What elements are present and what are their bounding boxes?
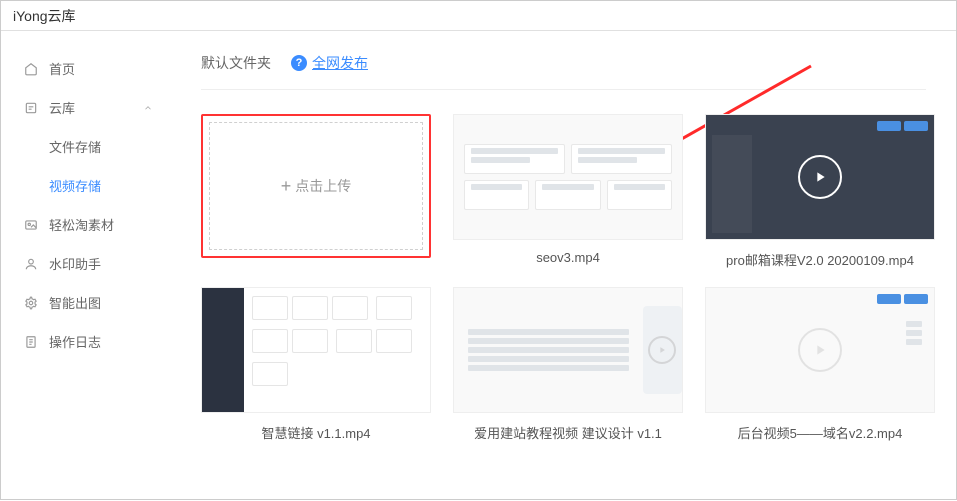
sidebar-item-label: 首页 xyxy=(49,59,75,78)
video-item[interactable]: seov3.mp4 xyxy=(453,114,683,269)
play-icon xyxy=(648,336,676,364)
sidebar-item-label: 文件存储 xyxy=(49,137,101,156)
publish-link[interactable]: ? 全网发布 xyxy=(291,53,368,73)
chevron-up-icon xyxy=(143,103,153,113)
video-thumbnail xyxy=(201,287,431,413)
cloud-icon xyxy=(23,100,39,116)
sidebar-item-label: 水印助手 xyxy=(49,254,101,273)
video-grid: + 点击上传 seov3.mp4 xyxy=(201,114,926,442)
sidebar-item-label: 轻松淘素材 xyxy=(49,215,114,234)
content-area: 默认文件夹 ? 全网发布 + 点击上传 xyxy=(171,31,956,501)
video-item[interactable]: 后台视频5——域名v2.2.mp4 xyxy=(705,287,935,442)
upload-label: 点击上传 xyxy=(295,176,351,196)
window-header: iYong云库 xyxy=(1,1,956,31)
sidebar-item-watermark[interactable]: 水印助手 xyxy=(1,244,171,283)
sidebar-item-file-storage[interactable]: 文件存储 xyxy=(1,127,171,166)
video-title: 爱用建站教程视频 建议设计 v1.1 xyxy=(474,423,662,442)
toolbar: 默认文件夹 ? 全网发布 xyxy=(201,53,926,90)
plus-icon: + xyxy=(281,176,292,197)
page-icon xyxy=(23,334,39,350)
video-item[interactable]: pro邮箱课程V2.0 20200109.mp4 xyxy=(705,114,935,269)
play-icon xyxy=(798,155,842,199)
sidebar-item-label: 视频存储 xyxy=(49,176,101,195)
sidebar-item-log[interactable]: 操作日志 xyxy=(1,322,171,361)
video-thumbnail xyxy=(705,114,935,240)
upload-box[interactable]: + 点击上传 xyxy=(201,114,431,258)
image-icon xyxy=(23,217,39,233)
user-icon xyxy=(23,256,39,272)
video-title: pro邮箱课程V2.0 20200109.mp4 xyxy=(726,250,914,269)
sidebar-item-label: 云库 xyxy=(49,98,75,117)
sidebar-item-label: 智能出图 xyxy=(49,293,101,312)
main-layout: 首页 云库 文件存储 视频存储 轻松淘素材 水印助手 xyxy=(1,31,956,501)
video-title: seov3.mp4 xyxy=(536,250,600,265)
video-thumbnail xyxy=(453,114,683,240)
video-title: 后台视频5——域名v2.2.mp4 xyxy=(738,423,903,442)
sidebar-item-label: 操作日志 xyxy=(49,332,101,351)
video-item[interactable]: 智慧链接 v1.1.mp4 xyxy=(201,287,431,442)
sidebar: 首页 云库 文件存储 视频存储 轻松淘素材 水印助手 xyxy=(1,31,171,501)
gear-icon xyxy=(23,295,39,311)
video-thumbnail xyxy=(705,287,935,413)
home-icon xyxy=(23,61,39,77)
folder-name[interactable]: 默认文件夹 xyxy=(201,53,271,73)
video-item[interactable]: 爱用建站教程视频 建议设计 v1.1 xyxy=(453,287,683,442)
publish-link-label: 全网发布 xyxy=(312,53,368,73)
sidebar-item-video-storage[interactable]: 视频存储 xyxy=(1,166,171,205)
video-title: 智慧链接 v1.1.mp4 xyxy=(261,423,370,442)
sidebar-item-smart-image[interactable]: 智能出图 xyxy=(1,283,171,322)
sidebar-item-material[interactable]: 轻松淘素材 xyxy=(1,205,171,244)
sidebar-item-home[interactable]: 首页 xyxy=(1,49,171,88)
video-thumbnail xyxy=(453,287,683,413)
help-icon: ? xyxy=(291,55,307,71)
sidebar-item-cloud[interactable]: 云库 xyxy=(1,88,171,127)
play-icon xyxy=(798,328,842,372)
app-title: iYong云库 xyxy=(13,6,76,26)
upload-inner: + 点击上传 xyxy=(209,122,423,250)
